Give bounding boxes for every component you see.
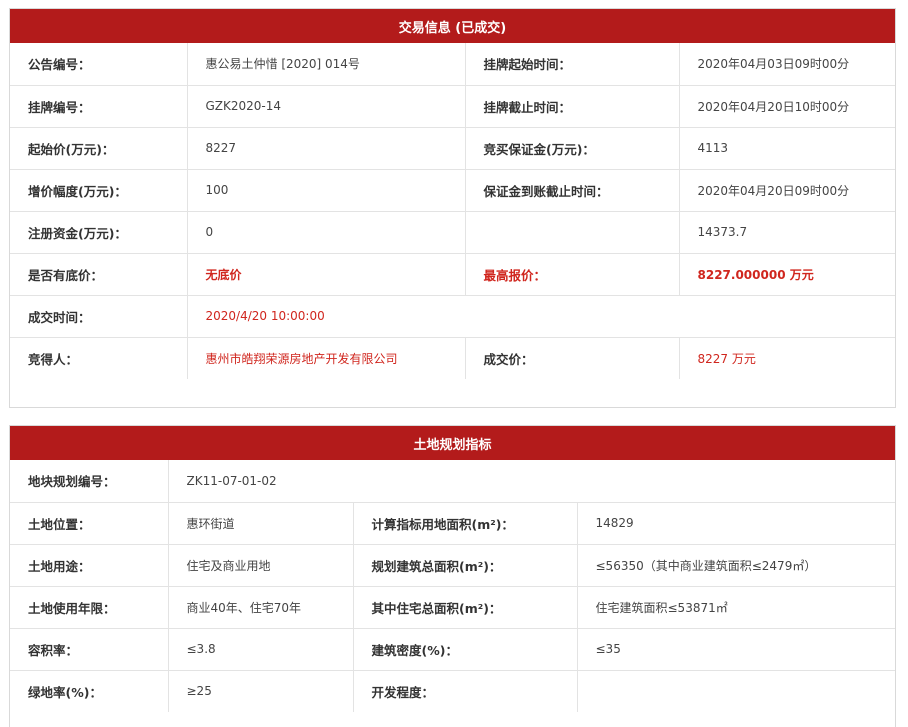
registered-capital-label: 注册资金(万元)： [10,210,188,253]
land-planning-header: 土地规划指标 [10,426,895,460]
table-row: 增价幅度(万元)： 100 保证金到账截止时间： 2020年04月20日09时0… [10,168,895,211]
total-floor-area-value: ≤56350（其中商业建筑面积≤2479㎡） [577,543,896,586]
announcement-no-label: 公告编号： [10,43,188,85]
building-density-value: ≤35 [577,627,896,670]
winner-label: 竞得人： [10,336,188,379]
deposit-label: 竞买保证金(万元)： [465,126,680,169]
highest-bid-value: 8227.000000 万元 [679,252,895,295]
use-term-value: 商业40年、住宅70年 [168,585,354,628]
reserve-price-label: 是否有底价： [10,252,188,295]
use-term-label: 土地使用年限： [10,585,169,628]
table-row: 土地使用年限： 商业40年、住宅70年 其中住宅总面积(m²)： 住宅建筑面积≤… [10,585,896,628]
empty-label [465,210,680,253]
listing-start-label: 挂牌起始时间： [465,43,680,85]
registered-capital-value: 0 [187,210,466,253]
land-location-value: 惠环街道 [168,501,354,544]
deposit-value: 4113 [679,126,895,169]
development-level-label: 开发程度： [353,669,578,712]
table-row: 挂牌编号： GZK2020-14 挂牌截止时间： 2020年04月20日10时0… [10,84,895,127]
deal-time-value: 2020/4/20 10:00:00 [187,294,895,337]
increment-label: 增价幅度(万元)： [10,168,188,211]
table-row: 土地位置： 惠环街道 计算指标用地面积(m²)： 14829 [10,501,896,544]
trade-info-panel: 交易信息 (已成交) 公告编号： 惠公易土仲惜 [2020] 014号 挂牌起始… [9,8,896,408]
deal-time-label: 成交时间： [10,294,188,337]
table-row: 公告编号： 惠公易土仲惜 [2020] 014号 挂牌起始时间： 2020年04… [10,43,895,85]
plot-ratio-label: 容积率： [10,627,169,670]
deposit-deadline-label: 保证金到账截止时间： [465,168,680,211]
deal-price-value: 8227 万元 [679,336,895,379]
land-area-label: 计算指标用地面积(m²)： [353,501,578,544]
land-planning-panel: 土地规划指标 地块规划编号： ZK11-07-01-02 土地位置： 惠环街道 … [9,425,896,727]
announcement-no-value: 惠公易土仲惜 [2020] 014号 [187,43,466,85]
unlabeled-value: 14373.7 [679,210,895,253]
highest-bid-label: 最高报价： [465,252,680,295]
start-price-value: 8227 [187,126,466,169]
plot-code-value: ZK11-07-01-02 [186,473,277,488]
listing-end-label: 挂牌截止时间： [465,84,680,127]
plot-code-label: 地块规划编号： [10,460,169,502]
table-row: 是否有底价： 无底价 最高报价： 8227.000000 万元 [10,252,895,295]
total-floor-area-label: 规划建筑总面积(m²)： [353,543,578,586]
land-use-value: 住宅及商业用地 [168,543,354,586]
trade-info-table: 公告编号： 惠公易土仲惜 [2020] 014号 挂牌起始时间： 2020年04… [10,43,895,379]
table-row: 注册资金(万元)： 0 14373.7 [10,210,895,253]
table-row: 容积率： ≤3.8 建筑密度(%)： ≤35 [10,627,896,670]
green-ratio-label: 绿地率(%)： [10,669,169,712]
deal-price-label: 成交价： [465,336,680,379]
winner-value: 惠州市皓翔荣源房地产开发有限公司 [187,336,466,379]
listing-no-label: 挂牌编号： [10,84,188,127]
listing-start-value: 2020年04月03日09时00分 [697,57,850,72]
residential-area-label: 其中住宅总面积(m²)： [353,585,578,628]
plot-ratio-value: ≤3.8 [168,627,354,670]
deposit-deadline-value: 2020年04月20日09时00分 [679,168,895,211]
increment-value: 100 [187,168,466,211]
table-row: 地块规划编号： ZK11-07-01-02 [10,460,895,502]
land-use-label: 土地用途： [10,543,169,586]
development-level-value [577,669,896,712]
reserve-price-value: 无底价 [187,252,466,295]
listing-no-value: GZK2020-14 [187,84,466,127]
start-price-label: 起始价(万元)： [10,126,188,169]
land-location-label: 土地位置： [10,501,169,544]
land-area-value: 14829 [577,501,896,544]
table-row: 竞得人： 惠州市皓翔荣源房地产开发有限公司 成交价： 8227 万元 [10,336,895,379]
table-row: 成交时间： 2020/4/20 10:00:00 [10,294,895,337]
table-row: 起始价(万元)： 8227 竞买保证金(万元)： 4113 [10,126,895,169]
land-planning-table: 地块规划编号： ZK11-07-01-02 土地位置： 惠环街道 计算指标用地面… [10,460,896,712]
trade-info-header: 交易信息 (已成交) [10,9,895,43]
green-ratio-value: ≥25 [168,669,354,712]
residential-area-value: 住宅建筑面积≤53871㎡ [577,585,896,628]
table-row: 土地用途： 住宅及商业用地 规划建筑总面积(m²)： ≤56350（其中商业建筑… [10,543,896,586]
building-density-label: 建筑密度(%)： [353,627,578,670]
listing-end-value: 2020年04月20日10时00分 [679,84,895,127]
table-row: 绿地率(%)： ≥25 开发程度： [10,669,896,712]
